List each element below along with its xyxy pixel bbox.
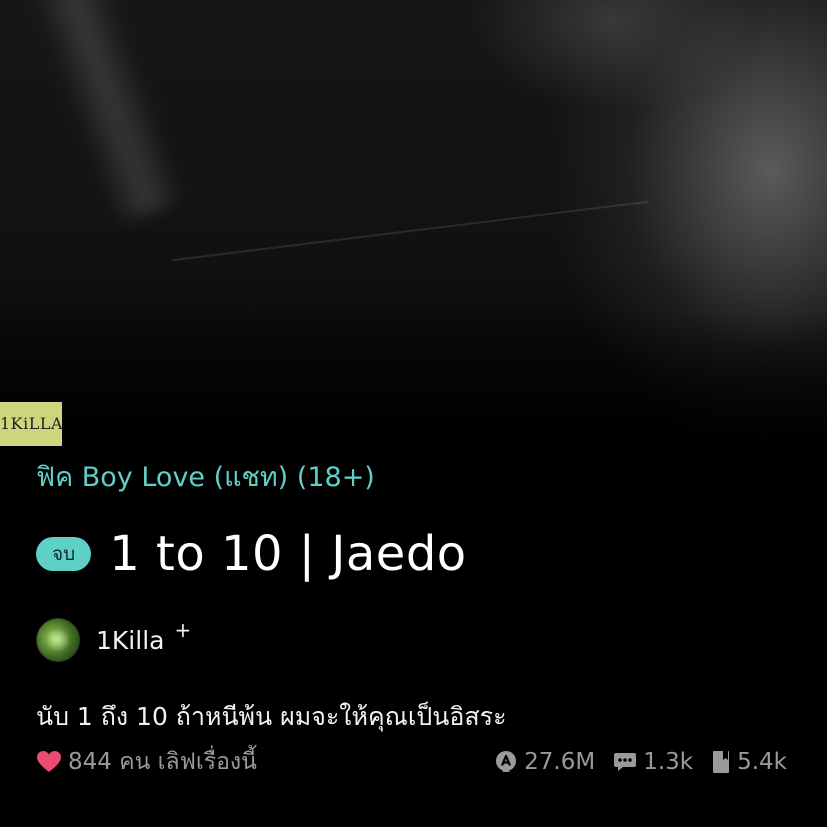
- heart-icon[interactable]: [36, 750, 62, 774]
- comments-stat: 1.3k: [613, 749, 693, 775]
- avatar[interactable]: [36, 618, 80, 662]
- cover-seam: [171, 200, 649, 262]
- author-plus-badge: +: [174, 618, 192, 642]
- stats-row: 844 คน เลิฟเรื่องนี้ 27.6M 1.3k 5.4k: [36, 744, 787, 780]
- cover-watermark-logo: 1KiLLA: [0, 402, 63, 446]
- comment-icon: [614, 753, 637, 771]
- views-count: 27.6M: [524, 749, 596, 775]
- status-badge: จบ: [36, 537, 92, 571]
- title-row: จบ 1 to 10 | Jaedo: [36, 522, 467, 586]
- comments-count: 1.3k: [643, 749, 694, 775]
- story-stats: 27.6M 1.3k 5.4k: [476, 749, 787, 775]
- cover-highlight: [31, 0, 189, 227]
- cover-image: [0, 0, 827, 470]
- likes-section[interactable]: 844 คน เลิฟเรื่องนี้: [36, 744, 257, 780]
- likes-text: 844 คน เลิฟเรื่องนี้: [68, 749, 257, 775]
- author-row[interactable]: 1Killa +: [36, 618, 191, 662]
- page-title: 1 to 10 | Jaedo: [109, 526, 467, 582]
- book-icon: [713, 751, 730, 773]
- cover-fade: [0, 310, 827, 470]
- synopsis: นับ 1 ถึง 10 ถ้าหนีพ้น ผมจะให้คุณเป็นอิส…: [36, 702, 507, 731]
- read-count-icon: [496, 751, 517, 772]
- author-name[interactable]: 1Killa: [96, 626, 164, 655]
- category-link[interactable]: ฟิค Boy Love (แชท) (18+): [36, 455, 375, 498]
- chapters-stat: 5.4k: [711, 749, 787, 775]
- views-stat: 27.6M: [494, 749, 595, 775]
- chapters-count: 5.4k: [737, 749, 787, 775]
